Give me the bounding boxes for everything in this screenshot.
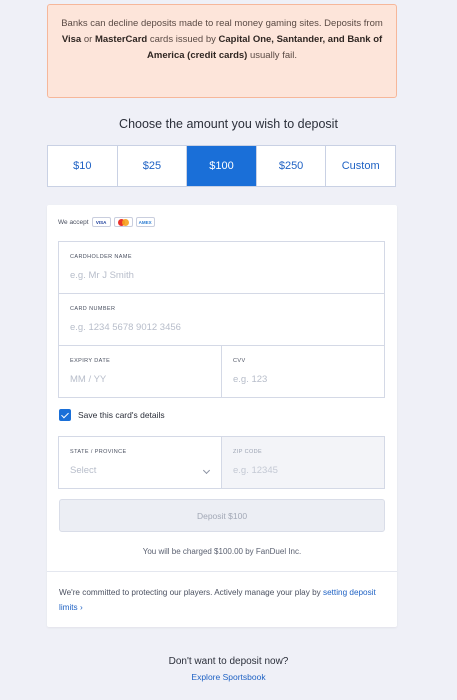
explore-sportsbook-link[interactable]: Explore Sportsbook xyxy=(0,672,457,682)
amount-option-100[interactable]: $100 xyxy=(187,146,257,186)
responsible-gaming-notice: We're committed to protecting our player… xyxy=(47,571,397,627)
warning-mastercard: MasterCard xyxy=(94,34,148,45)
amount-option-25[interactable]: $25 xyxy=(118,146,188,186)
warning-text-3: cards issued by xyxy=(147,34,219,45)
no-deposit-prompt: Don't want to deposit now? xyxy=(168,656,289,667)
warning-text-4: usually fail. xyxy=(247,50,297,61)
state-province-label: STATE / PROVINCE xyxy=(70,449,127,455)
cardholder-name-field[interactable]: CARDHOLDER NAME e.g. Mr J Smith xyxy=(58,241,385,294)
amount-option-custom[interactable]: Custom xyxy=(326,146,395,186)
mastercard-icon xyxy=(113,217,133,227)
warning-visa: Visa xyxy=(61,34,82,45)
cvv-label: CVV xyxy=(233,358,246,364)
deposit-button[interactable]: Deposit $100 xyxy=(59,499,385,532)
chevron-down-icon xyxy=(202,466,211,475)
expiry-date-placeholder: MM / YY xyxy=(70,374,107,385)
save-card-label: Save this card's details xyxy=(78,410,165,420)
zip-code-placeholder: e.g. 12345 xyxy=(233,465,278,476)
cardholder-name-placeholder: e.g. Mr J Smith xyxy=(70,270,134,281)
amount-selector: $10 $25 $100 $250 Custom xyxy=(47,145,396,187)
save-card-row[interactable]: Save this card's details xyxy=(59,409,165,421)
charge-notice: You will be charged $100.00 by FanDuel I… xyxy=(142,547,302,556)
warning-text-2: or xyxy=(81,34,95,45)
cardholder-name-label: CARDHOLDER NAME xyxy=(70,254,132,260)
card-deposit-form: We accept VISA AMEX CARDHOLDER NAME e.g.… xyxy=(47,205,397,627)
card-number-label: CARD NUMBER xyxy=(70,306,116,312)
state-province-value: Select xyxy=(70,465,97,476)
bank-warning-banner: Banks can decline deposits made to real … xyxy=(47,4,397,98)
expiry-date-field[interactable]: EXPIRY DATE MM / YY xyxy=(58,345,222,398)
save-card-checkbox[interactable] xyxy=(59,409,71,421)
visa-icon: VISA xyxy=(91,217,111,227)
cvv-placeholder: e.g. 123 xyxy=(233,374,268,385)
amex-icon: AMEX xyxy=(135,217,155,227)
zip-code-label: ZIP CODE xyxy=(233,449,263,455)
we-accept-label: We accept xyxy=(58,218,89,226)
card-number-field[interactable]: CARD NUMBER e.g. 1234 5678 9012 3456 xyxy=(58,293,385,346)
choose-amount-title: Choose the amount you wish to deposit xyxy=(119,117,338,131)
amount-option-10[interactable]: $10 xyxy=(48,146,118,186)
warning-text-1: Banks can decline deposits made to real … xyxy=(61,18,383,29)
expiry-date-label: EXPIRY DATE xyxy=(70,358,111,364)
commit-text: We're committed to protecting our player… xyxy=(59,588,323,597)
chevron-right-icon: › xyxy=(79,603,83,612)
card-number-placeholder: e.g. 1234 5678 9012 3456 xyxy=(70,322,181,333)
cvv-field[interactable]: CVV e.g. 123 xyxy=(221,345,385,398)
accepted-cards: We accept VISA AMEX xyxy=(58,217,155,227)
zip-code-field[interactable]: ZIP CODE e.g. 12345 xyxy=(221,436,385,489)
amount-option-250[interactable]: $250 xyxy=(257,146,327,186)
state-province-select[interactable]: STATE / PROVINCE Select xyxy=(58,436,222,489)
